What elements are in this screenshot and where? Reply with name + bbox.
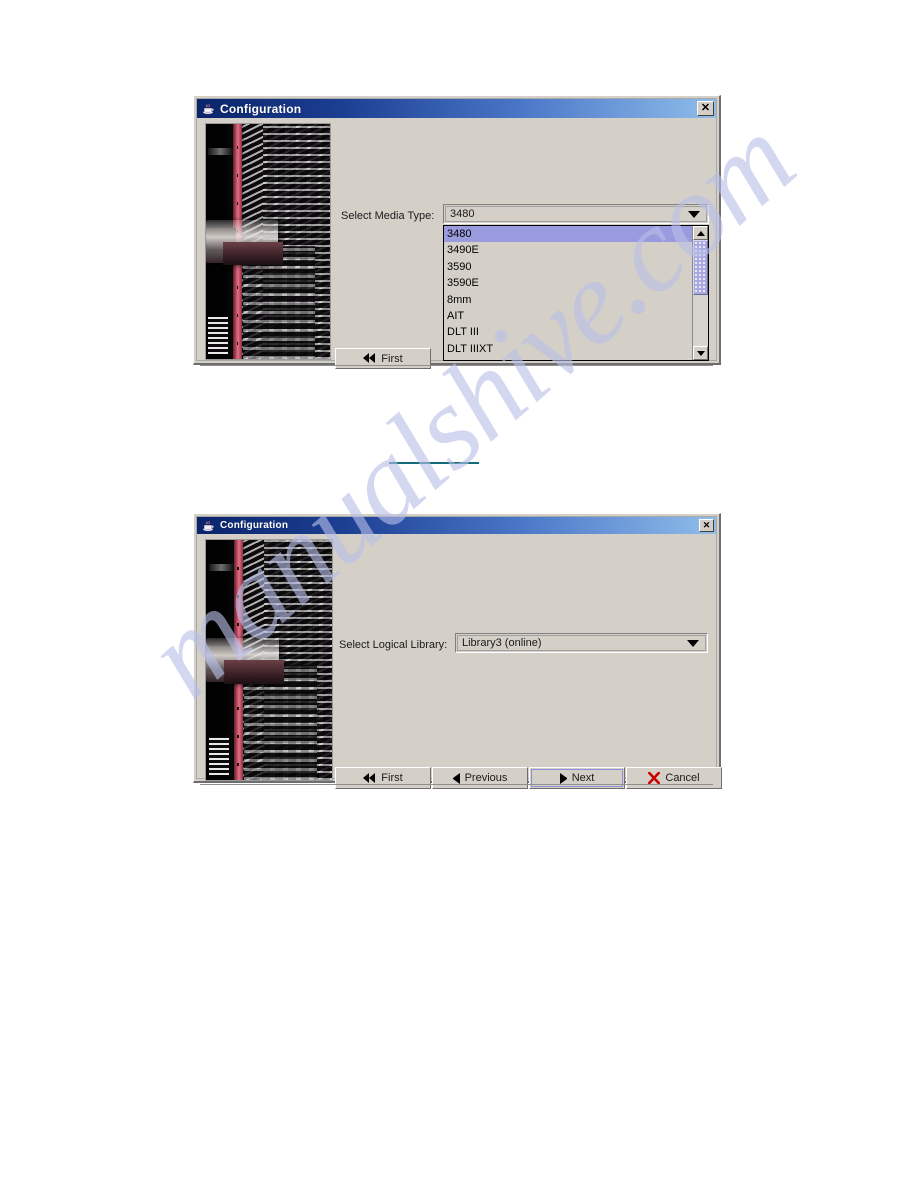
photo-barcode-strip (208, 316, 229, 355)
previous-button-label: Previous (464, 772, 508, 784)
title-bar: Configuration ✕ (197, 99, 716, 118)
dropdown-options-list[interactable]: 3480 3490E 3590 3590E 8mm AIT DLT III DLT IIIXT (444, 226, 692, 360)
first-button-label: First (381, 352, 403, 365)
dropdown-option[interactable]: DLT III (444, 324, 692, 340)
dropdown-scrollbar[interactable] (692, 226, 708, 360)
dropdown-option[interactable]: 3590E (444, 275, 692, 291)
logical-library-combobox[interactable]: Library3 (online) (455, 633, 708, 653)
photo-robot-arm (223, 241, 283, 265)
next-button-label: Next (571, 772, 595, 784)
dropdown-option[interactable]: 8mm (444, 292, 692, 308)
configuration-dialog-media-type: Configuration ✕ Select Media Type: 3480 … (193, 95, 721, 369)
double-left-arrow-icon (363, 772, 376, 784)
cancel-button-label: Cancel (665, 772, 700, 784)
dialog-inner: Configuration ✕ (196, 98, 717, 369)
close-icon[interactable]: ✕ (699, 519, 714, 532)
dialog-frame: Configuration ✕ (193, 513, 722, 789)
scroll-up-icon[interactable] (693, 226, 708, 240)
dropdown-option[interactable]: 3490E (444, 242, 692, 258)
horizontal-rule (389, 462, 479, 464)
scroll-down-icon[interactable] (693, 346, 708, 360)
combobox-inner: Library3 (online) (457, 635, 706, 651)
first-button-label: First (381, 772, 403, 784)
media-type-dropdown-list[interactable]: 3480 3490E 3590 3590E 8mm AIT DLT III DLT IIIXT (443, 225, 709, 361)
close-glyph: ✕ (700, 102, 711, 114)
java-application-icon (200, 518, 216, 534)
scrollbar-track[interactable] (693, 240, 708, 346)
photo-highlight-streak (208, 147, 234, 155)
double-left-arrow-icon (363, 353, 376, 364)
first-button[interactable]: First (335, 767, 431, 789)
title-bar: Configuration ✕ (197, 517, 716, 534)
cancel-button[interactable]: Cancel (626, 767, 722, 789)
logical-library-value: Library3 (online) (462, 637, 542, 649)
java-application-icon (200, 101, 216, 117)
dialog-body: Select Logical Library: Library3 (online… (197, 534, 722, 789)
dialog-inner: Configuration ✕ (196, 516, 722, 789)
media-type-label: Select Media Type: (341, 210, 435, 222)
photo-barcode-strip (208, 736, 229, 776)
dialog-bottom-separator (200, 784, 713, 785)
dialog-title: Configuration (220, 101, 302, 116)
right-arrow-icon (559, 772, 567, 784)
logical-library-label: Select Logical Library: (339, 639, 448, 651)
combobox-inner: 3480 (445, 206, 707, 222)
dropdown-option[interactable]: 3480 (444, 226, 692, 243)
next-button[interactable]: Next (529, 767, 625, 789)
dropdown-option[interactable]: 3590 (444, 259, 692, 275)
close-glyph: ✕ (702, 520, 711, 530)
photo-robot-arm (223, 660, 285, 684)
scrollbar-thumb[interactable] (693, 240, 708, 296)
left-arrow-icon (452, 772, 460, 784)
red-x-icon (648, 771, 661, 785)
previous-button[interactable]: Previous (432, 767, 528, 789)
dialog-title: Configuration (220, 520, 289, 531)
dialog-frame: Configuration ✕ (193, 95, 721, 369)
tape-library-photo (205, 123, 331, 360)
close-icon[interactable]: ✕ (697, 101, 714, 116)
configuration-dialog-logical-library: Configuration ✕ Select Logical Library: … (193, 513, 722, 789)
chevron-down-icon[interactable] (687, 639, 699, 647)
dropdown-option[interactable]: AIT (444, 308, 692, 324)
media-type-value: 3480 (450, 208, 475, 220)
dialog-bottom-separator (200, 365, 713, 366)
chevron-down-icon[interactable] (688, 210, 700, 218)
media-type-combobox[interactable]: 3480 (443, 204, 709, 224)
dropdown-option[interactable]: DLT IIIXT (444, 341, 692, 357)
dialog-body: Select Media Type: 3480 3480 3490E 3590 359… (197, 118, 716, 369)
tape-library-photo (205, 539, 333, 781)
photo-highlight-streak (208, 564, 234, 572)
